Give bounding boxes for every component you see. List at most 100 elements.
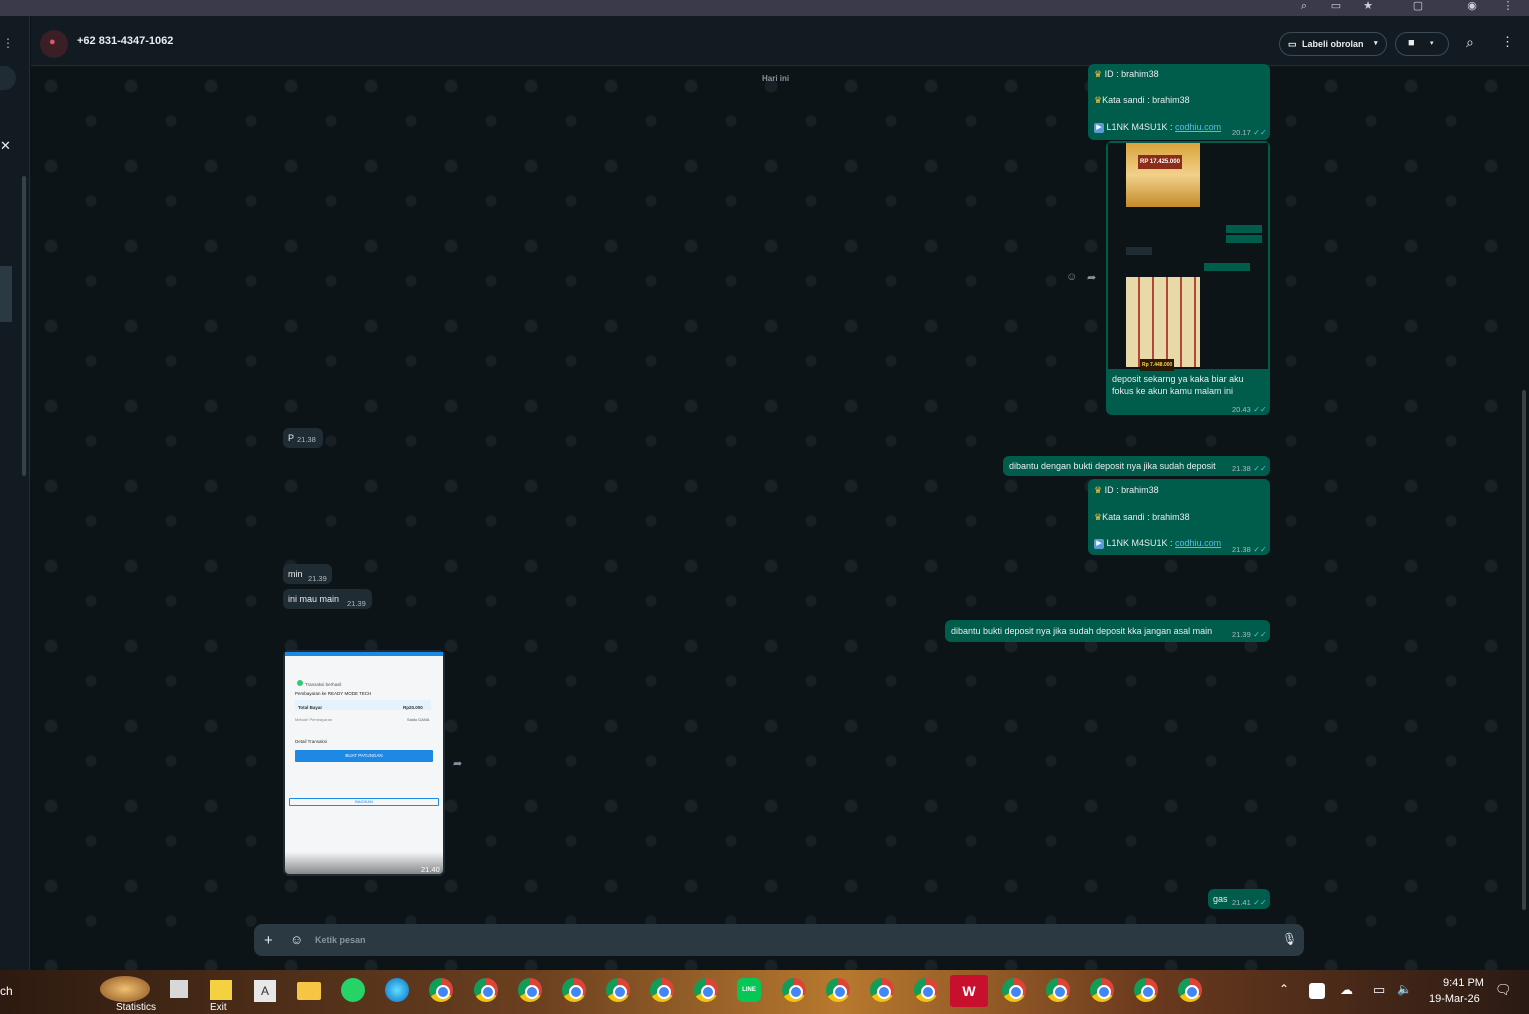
message-text: ID : brahim38 <box>1104 485 1159 495</box>
chrome-icon[interactable] <box>429 978 453 1002</box>
cloud-icon[interactable]: ☁ <box>1340 982 1353 998</box>
caption-line-1: deposit sekarng ya kaka biar aku <box>1112 374 1244 384</box>
wps-office-icon[interactable]: W <box>950 975 988 1007</box>
window-icon[interactable]: ▢ <box>1410 0 1426 12</box>
receipt-method-label: Metode Pembayaran <box>295 717 333 722</box>
statistics-label[interactable]: Statistics <box>116 1002 156 1013</box>
monitor-icon[interactable]: ▭ <box>1328 0 1344 12</box>
chrome-icon[interactable] <box>1134 978 1158 1002</box>
message-link[interactable]: codhiu.com <box>1175 538 1221 548</box>
sticker-emoji-icon[interactable]: ☺ <box>290 932 303 947</box>
chat-list-scrollbar[interactable] <box>22 176 26 476</box>
receipt-total-row: Total Bayar Rp20.000 <box>295 700 431 710</box>
chrome-icon[interactable] <box>694 978 718 1002</box>
food-thumbnail-image <box>100 976 150 1002</box>
network-icon[interactable]: ▭ <box>1373 982 1385 998</box>
exit-label[interactable]: Exit <box>210 1002 227 1013</box>
read-ticks-icon: ✓✓ <box>1253 405 1267 414</box>
menu-dots-icon[interactable]: ⋮ <box>2 36 14 50</box>
video-call-button[interactable]: ■ ▾ <box>1395 32 1449 56</box>
chrome-icon[interactable] <box>474 978 498 1002</box>
search-icon[interactable]: ⌕ <box>1296 0 1312 12</box>
chrome-icon[interactable] <box>782 978 806 1002</box>
clock-time[interactable]: 9:41 PM <box>1443 977 1484 989</box>
selected-chat-edge[interactable] <box>0 266 12 322</box>
forward-icon[interactable]: ➦ <box>453 757 462 770</box>
message-bubble-incoming-image[interactable]: Transaksi berhasil Pembayaran ke READY M… <box>283 650 445 876</box>
message-bubble-outgoing[interactable]: dibantu dengan bukti deposit nya jika su… <box>1003 456 1270 476</box>
chat-screenshot-image[interactable]: RP 17.425.000 Rp 7.448.000 <box>1108 143 1268 371</box>
chevron-up-icon[interactable]: ⌃ <box>1279 982 1289 996</box>
avatar[interactable]: ● <box>40 30 68 58</box>
tray-app-icon[interactable] <box>1309 983 1325 999</box>
file-explorer-icon[interactable] <box>297 982 321 1000</box>
chat-list-panel-edge: ⋮ ✕ <box>0 16 30 970</box>
search-icon[interactable]: ⌕ <box>1466 34 1474 51</box>
whatsapp-icon[interactable] <box>341 978 365 1002</box>
font-app-icon[interactable]: A <box>254 980 276 1002</box>
receipt-secondary-button: BAGIKAN <box>289 798 439 806</box>
clock-date[interactable]: 19-Mar-26 <box>1429 993 1480 1005</box>
thumbnail-amount: Rp 7.448.000 <box>1140 359 1175 371</box>
message-bubble-outgoing-image[interactable]: RP 17.425.000 Rp 7.448.000 deposit sekar… <box>1106 141 1270 415</box>
message-bubble-incoming[interactable]: ini mau main 21.39 <box>283 589 372 609</box>
microphone-icon[interactable]: 🎙 <box>1282 932 1297 946</box>
message-bubble-outgoing[interactable]: gas 21.41 ✓✓ <box>1208 889 1270 909</box>
close-icon[interactable]: ✕ <box>0 138 11 154</box>
emoji-react-icon[interactable]: ☺ <box>1066 271 1077 283</box>
browser-toolbar-strip: ⌕ ▭ ★ ▢ ◉ ⋮ <box>0 0 1529 16</box>
app-window-icon[interactable] <box>170 980 188 998</box>
receipt-total-label: Total Bayar <box>298 705 323 710</box>
message-input[interactable]: Ketik pesan <box>315 935 366 945</box>
success-check-icon <box>297 680 303 686</box>
volume-icon[interactable]: 🔈 <box>1397 982 1412 996</box>
chrome-icon[interactable] <box>1002 978 1026 1002</box>
chrome-icon[interactable] <box>606 978 630 1002</box>
search-bar-edge[interactable] <box>0 66 16 90</box>
label-chat-button[interactable]: ▭ Labeli obrolan ▾ <box>1279 32 1387 56</box>
message-time: 21.38 <box>297 435 316 444</box>
message-text: min <box>288 569 303 579</box>
contact-name[interactable]: +62 831-4347-1062 <box>77 35 173 47</box>
attach-plus-icon[interactable]: + <box>264 932 273 949</box>
notification-icon[interactable]: 🗨 <box>1495 982 1512 998</box>
video-camera-icon: ■ <box>1408 37 1415 49</box>
thumbnail-amount: RP 17.425.000 <box>1138 155 1182 169</box>
receipt-detail-label: Detail Transaksi <box>295 739 328 744</box>
chrome-icon[interactable] <box>1090 978 1114 1002</box>
more-icon[interactable]: ⋮ <box>1500 0 1516 12</box>
message-bubble-outgoing[interactable]: ♛ ID : brahim38 ♛Kata sandi : brahim38 ▶… <box>1088 64 1270 140</box>
read-ticks-icon: ✓✓ <box>1253 545 1267 554</box>
user-icon: ● <box>49 36 56 48</box>
edge-browser-icon[interactable] <box>385 978 409 1002</box>
chrome-icon[interactable] <box>914 978 938 1002</box>
forward-icon[interactable]: ➦ <box>1087 271 1096 284</box>
chrome-icon[interactable] <box>518 978 542 1002</box>
sticky-notes-icon[interactable] <box>210 980 232 1000</box>
message-text: dibantu dengan bukti deposit nya jika su… <box>1009 461 1216 471</box>
message-time: 21.38 <box>1232 545 1251 554</box>
date-chip: Hari ini <box>762 74 790 83</box>
line-app-icon[interactable]: LINE <box>737 978 761 1002</box>
message-bubble-incoming[interactable]: P 21.38 <box>283 428 323 448</box>
profile-icon[interactable]: ◉ <box>1464 0 1480 12</box>
receipt-header-bar <box>285 652 443 656</box>
chrome-icon[interactable] <box>1178 978 1202 1002</box>
message-bubble-outgoing[interactable]: dibantu bukti deposit nya jika sudah dep… <box>945 620 1270 642</box>
message-composer[interactable] <box>254 924 1304 956</box>
chrome-icon[interactable] <box>826 978 850 1002</box>
chrome-icon[interactable] <box>870 978 894 1002</box>
message-bubble-incoming[interactable]: min 21.39 <box>283 564 332 584</box>
message-text: Kata sandi : brahim38 <box>1102 95 1190 105</box>
message-link[interactable]: codhiu.com <box>1175 122 1221 132</box>
mahjong-game-image: Rp 7.448.000 <box>1126 277 1200 371</box>
chrome-icon[interactable] <box>562 978 586 1002</box>
more-options-icon[interactable]: ⋮ <box>1501 34 1514 50</box>
image-overlay-gradient <box>285 852 443 874</box>
message-bubble-outgoing[interactable]: ♛ ID : brahim38 ♛Kata sandi : brahim38 ▶… <box>1088 479 1270 555</box>
chrome-icon[interactable] <box>1046 978 1070 1002</box>
message-text: ID : brahim38 <box>1104 69 1159 79</box>
chrome-icon[interactable] <box>650 978 674 1002</box>
chat-scrollbar-thumb[interactable] <box>1522 390 1526 910</box>
star-icon[interactable]: ★ <box>1360 0 1376 12</box>
